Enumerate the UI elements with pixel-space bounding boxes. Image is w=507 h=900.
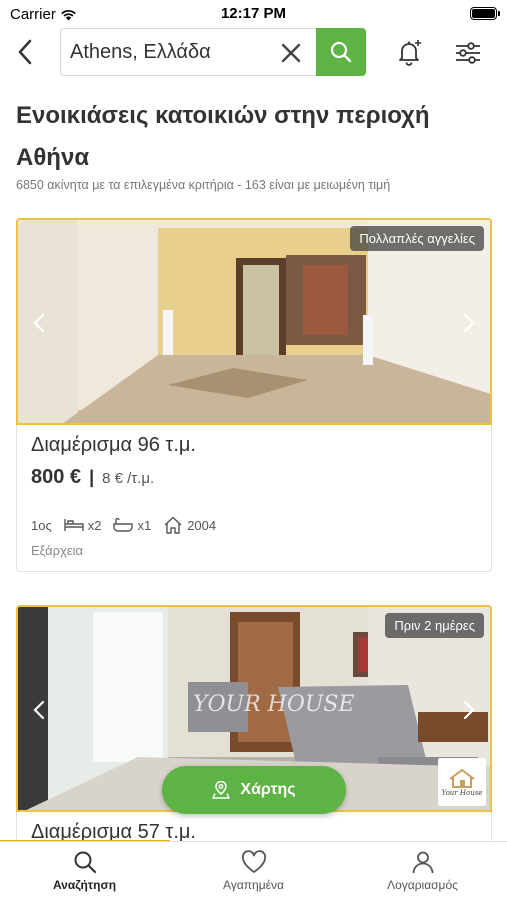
map-button-label: Χάρτης — [240, 781, 296, 798]
sliders-icon — [456, 42, 480, 64]
bed-icon — [64, 519, 84, 531]
tab-label: Λογαριασμός — [387, 878, 458, 892]
tab-label: Αναζήτηση — [52, 878, 117, 892]
clock: 12:17 PM — [220, 5, 287, 22]
map-button[interactable]: Χάρτης — [162, 766, 346, 814]
chevron-left-icon — [33, 314, 45, 332]
floor: 1ος — [31, 517, 52, 533]
back-button[interactable] — [10, 36, 40, 68]
search-input[interactable] — [70, 29, 275, 75]
status-bar: Carrier 12:17 PM — [0, 0, 507, 26]
clear-search-button[interactable] — [277, 39, 305, 67]
map-pin-icon — [212, 781, 231, 799]
battery-icon — [470, 7, 500, 20]
tab-account[interactable]: Λογαριασμός — [338, 842, 507, 900]
price-per-sqm: 8 € /τ.μ. — [102, 470, 155, 487]
tab-bar: Αναζήτηση Αγαπημένα Λογαριασμός — [0, 841, 507, 900]
search-header — [0, 28, 507, 78]
price-separator: | — [89, 467, 95, 487]
listing-title: Διαμέρισμα 96 τ.μ. — [31, 434, 196, 456]
heart-icon — [241, 850, 266, 873]
listing-badge: Πριν 2 ημέρες — [385, 613, 484, 638]
search-icon — [74, 851, 96, 874]
search-box — [60, 28, 366, 76]
listing-features: 1ος x2 x1 2004 — [31, 516, 222, 534]
bedrooms-count: x2 — [87, 517, 102, 533]
listing-photo[interactable]: Πολλαπλές αγγελίες — [16, 218, 492, 425]
bathrooms: x1 — [113, 518, 151, 533]
chevron-right-icon — [463, 701, 475, 719]
filters-button[interactable] — [452, 38, 484, 68]
page-title: Ενοικιάσεις κατοικιών στην περιοχή Αθήνα — [16, 102, 430, 171]
price-row: 800 € | 8 € /τ.μ. — [31, 466, 154, 489]
listing-area: Εξάρχεια — [31, 543, 84, 558]
tab-search[interactable]: Αναζήτηση — [0, 842, 169, 900]
house-logo-icon — [449, 768, 475, 788]
chevron-left-icon — [33, 701, 45, 719]
agency-watermark: YOUR HOUSE — [193, 692, 355, 717]
house-icon — [164, 516, 182, 534]
listing-price: 800 € — [31, 466, 82, 488]
search-icon — [330, 41, 352, 63]
user-icon — [412, 851, 433, 874]
chevron-left-icon — [18, 39, 32, 65]
chevron-right-icon — [463, 314, 475, 332]
previous-photo-button[interactable] — [26, 697, 52, 723]
agency-logo: Your House — [438, 758, 486, 806]
save-search-alert-button[interactable] — [393, 38, 425, 68]
search-button[interactable] — [316, 28, 366, 76]
year-built: 2004 — [163, 516, 216, 534]
listing-badge: Πολλαπλές αγγελίες — [350, 226, 484, 251]
previous-photo-button[interactable] — [26, 310, 52, 336]
bathtub-icon — [113, 518, 134, 532]
year-value: 2004 — [187, 517, 217, 533]
tab-label: Αγαπημένα — [223, 878, 284, 892]
bathrooms-count: x1 — [137, 517, 152, 533]
tab-favorites[interactable]: Αγαπημένα — [169, 842, 338, 900]
bell-plus-icon — [399, 40, 421, 66]
bedrooms: x2 — [64, 517, 102, 533]
next-photo-button[interactable] — [456, 697, 482, 723]
close-icon — [281, 43, 301, 63]
next-photo-button[interactable] — [456, 310, 482, 336]
agency-logo-text: Your House — [441, 789, 483, 797]
result-count: 6850 ακίνητα με τα επιλεγμένα κριτήρια -… — [16, 178, 391, 192]
listing-card[interactable]: Πολλαπλές αγγελίες Διαμέρισμα 96 τ.μ. 80… — [16, 218, 492, 572]
